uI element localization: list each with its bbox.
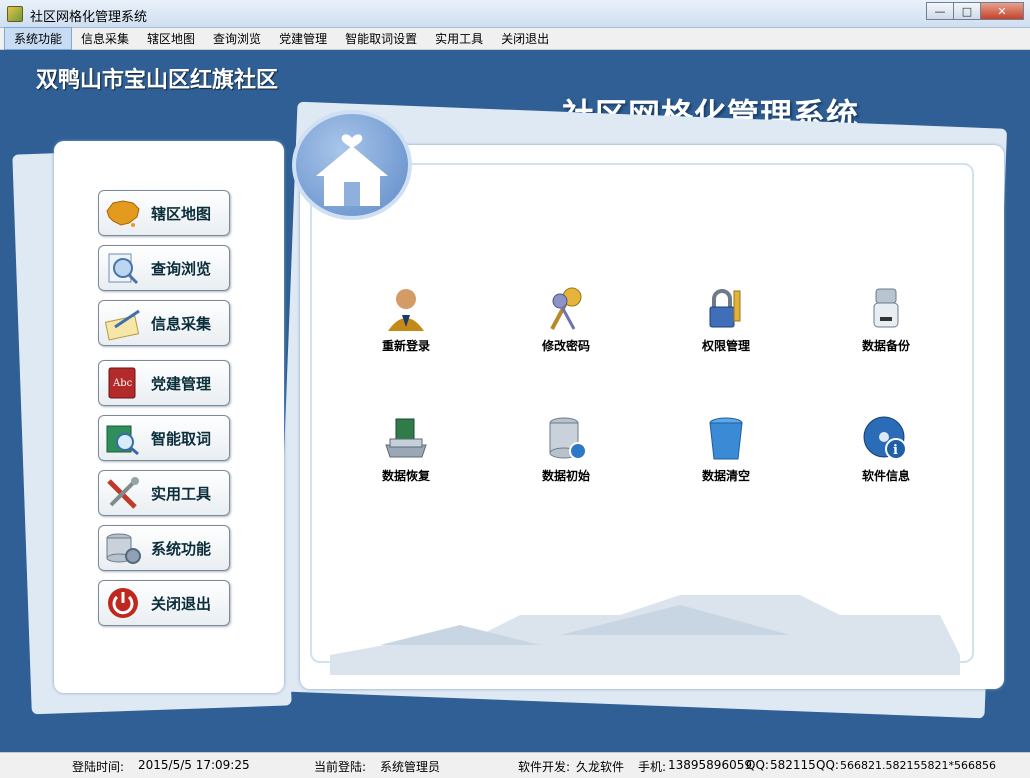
nav-panel: 辖区地图 查询浏览 信息采集 Abc 党建管理 智能取词 实用工具 系统功能 关… xyxy=(54,141,284,693)
nav-label: 党建管理 xyxy=(151,374,212,393)
minimize-button[interactable]: — xyxy=(926,2,954,20)
qq-number: 582115 xyxy=(770,758,816,772)
function-label: 权限管理 xyxy=(701,339,750,353)
function-label: 重新登录 xyxy=(381,339,430,353)
magnifier-document-icon xyxy=(101,248,145,288)
building-skyline-decoration xyxy=(330,595,960,675)
developer-label: 软件开发: xyxy=(518,760,571,774)
function-panel: 重新登录 修改密码 权限管理 数据备份 数据恢复 数据初始 数据清空 i 软件信… xyxy=(300,145,1004,689)
nav-button-system-function[interactable]: 系统功能 xyxy=(98,525,230,571)
nav-button-query-browse[interactable]: 查询浏览 xyxy=(98,245,230,291)
disk-drive-icon xyxy=(378,413,434,465)
function-change-password[interactable]: 修改密码 xyxy=(516,283,616,354)
window-controls: — □ ✕ xyxy=(926,2,1024,20)
nav-label: 智能取词 xyxy=(151,429,212,448)
padlock-key-icon xyxy=(698,283,754,335)
nav-button-area-map[interactable]: 辖区地图 xyxy=(98,190,230,236)
function-data-initialize[interactable]: 数据初始 xyxy=(516,413,616,484)
user-icon xyxy=(378,283,434,335)
login-time-label: 登陆时间: xyxy=(72,760,125,774)
database-gear-icon xyxy=(101,528,145,568)
function-label: 数据备份 xyxy=(861,339,910,353)
function-data-backup[interactable]: 数据备份 xyxy=(836,283,936,354)
house-icon xyxy=(316,134,388,206)
usb-drive-icon xyxy=(858,283,914,335)
community-name: 双鸭山市宝山区红旗社区 xyxy=(36,68,279,93)
qq-label: QQ: xyxy=(746,758,769,772)
developer: 久龙软件 xyxy=(576,760,625,774)
function-data-clear[interactable]: 数据清空 xyxy=(676,413,776,484)
window-title: 社区网格化管理系统 xyxy=(30,10,148,25)
nav-label: 关闭退出 xyxy=(151,594,212,613)
nav-button-exit[interactable]: 关闭退出 xyxy=(98,580,230,626)
menu-bar: 系统功能 信息采集 辖区地图 查询浏览 党建管理 智能取词设置 实用工具 关闭退… xyxy=(0,27,1030,50)
qq-label-2: QQ: xyxy=(816,758,839,772)
status-bar: 登陆时间: 2015/5/5 17:09:25 当前登陆: 系统管理员 软件开发… xyxy=(0,752,1030,778)
china-map-icon xyxy=(101,193,145,233)
book-magnifier-icon xyxy=(101,418,145,458)
power-icon xyxy=(101,583,145,623)
phone-label: 手机: xyxy=(638,760,667,774)
close-button[interactable]: ✕ xyxy=(980,2,1024,20)
function-relogin[interactable]: 重新登录 xyxy=(356,283,456,354)
menu-item-query-browse[interactable]: 查询浏览 xyxy=(204,28,270,49)
main-area: 双鸭山市宝山区红旗社区 社区网格化管理系统 辖区地图 查询浏览 信息采集 Abc xyxy=(6,50,1024,752)
tools-icon xyxy=(101,473,145,513)
nav-label: 查询浏览 xyxy=(151,259,212,278)
qq-numbers: 566821.582155821*566856 xyxy=(840,759,996,772)
svg-text:Abc: Abc xyxy=(112,378,133,389)
nav-button-utilities[interactable]: 实用工具 xyxy=(98,470,230,516)
nav-button-smart-word[interactable]: 智能取词 xyxy=(98,415,230,461)
function-label: 数据初始 xyxy=(541,469,590,483)
notepad-pen-icon xyxy=(101,303,145,343)
current-user-label: 当前登陆: xyxy=(314,760,367,774)
function-permission[interactable]: 权限管理 xyxy=(676,283,776,354)
nav-button-info-collect[interactable]: 信息采集 xyxy=(98,300,230,346)
nav-label: 信息采集 xyxy=(151,314,212,333)
abc-book-icon: Abc xyxy=(101,363,145,403)
function-data-restore[interactable]: 数据恢复 xyxy=(356,413,456,484)
nav-label: 实用工具 xyxy=(151,484,212,503)
menu-item-info-collect[interactable]: 信息采集 xyxy=(72,28,138,49)
nav-label: 系统功能 xyxy=(151,539,212,558)
menu-item-utilities[interactable]: 实用工具 xyxy=(426,28,492,49)
function-label: 数据清空 xyxy=(701,469,750,483)
menu-item-party-manage[interactable]: 党建管理 xyxy=(270,28,336,49)
info-disc-icon: i xyxy=(858,413,914,465)
nav-label: 辖区地图 xyxy=(151,204,212,223)
menu-item-system[interactable]: 系统功能 xyxy=(4,27,73,50)
menu-item-area-map[interactable]: 辖区地图 xyxy=(138,28,204,49)
trash-can-icon xyxy=(698,413,754,465)
function-software-info[interactable]: i 软件信息 xyxy=(836,413,936,484)
menu-item-exit[interactable]: 关闭退出 xyxy=(492,28,558,49)
current-user: 系统管理员 xyxy=(380,760,441,774)
function-label: 修改密码 xyxy=(541,339,590,353)
function-label: 数据恢复 xyxy=(381,469,430,483)
database-refresh-icon xyxy=(538,413,594,465)
app-icon xyxy=(7,6,23,22)
function-label: 软件信息 xyxy=(861,469,910,483)
house-logo xyxy=(292,110,412,220)
nav-button-party-manage[interactable]: Abc 党建管理 xyxy=(98,360,230,406)
svg-text:i: i xyxy=(893,443,898,458)
menu-item-word-settings[interactable]: 智能取词设置 xyxy=(336,28,426,49)
title-bar: 社区网格化管理系统 — □ ✕ xyxy=(0,0,1030,28)
maximize-button[interactable]: □ xyxy=(953,2,981,20)
keys-icon xyxy=(538,283,594,335)
phone: 13895896059 xyxy=(668,758,752,772)
login-time: 2015/5/5 17:09:25 xyxy=(138,758,250,772)
